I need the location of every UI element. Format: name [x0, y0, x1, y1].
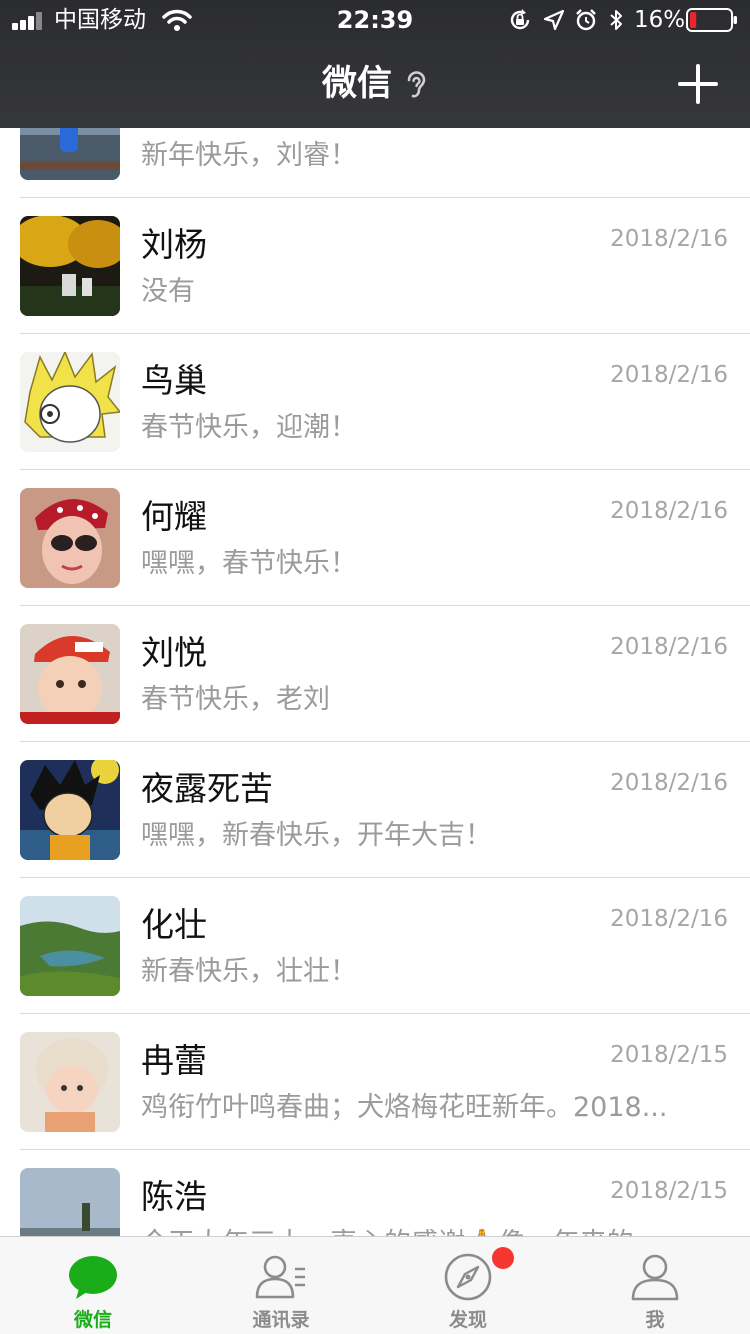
chat-row-3[interactable]: 何耀 2018/2/16 嘿嘿，春节快乐！	[0, 470, 750, 606]
chat-name: 陈浩	[141, 1177, 207, 1216]
header: 中国移动 22:39 16% 微信	[0, 0, 750, 128]
chat-name: 化壮	[141, 905, 207, 944]
tab-label: 微信	[73, 1309, 112, 1331]
avatar	[20, 216, 120, 316]
status-bar: 中国移动 22:39 16%	[0, 0, 750, 40]
contacts-icon	[255, 1255, 305, 1299]
compass-icon	[444, 1253, 492, 1301]
chat-row-6[interactable]: 化壮 2018/2/16 新春快乐，壮壮！	[0, 878, 750, 1014]
chat-row-2[interactable]: 鸟巢 2018/2/16 春节快乐，迎潮！	[0, 334, 750, 470]
chat-preview: 嘿嘿，春节快乐！	[141, 548, 357, 579]
chat-date: 2018/2/16	[610, 498, 728, 524]
chat-date: 2018/2/16	[610, 226, 728, 252]
tab-bar: 微信 通讯录 发现 我	[0, 1236, 750, 1334]
chat-name: 何耀	[141, 497, 207, 536]
chat-date: 2018/2/16	[610, 634, 728, 660]
battery-icon	[686, 8, 737, 32]
avatar	[20, 488, 120, 588]
avatar	[20, 1168, 120, 1236]
chat-preview: 嘿嘿，新春快乐，开年大吉！	[141, 820, 492, 851]
tab-label: 我	[645, 1309, 665, 1331]
plus-icon[interactable]	[676, 62, 720, 106]
chat-name: 夜露死苦	[141, 769, 273, 808]
chat-row-8[interactable]: 陈浩 2018/2/15 今天大年三十，衷心的感谢🙏像一年来的...	[0, 1150, 750, 1236]
tab-me[interactable]: 我	[595, 1237, 715, 1334]
tab-label: 发现	[448, 1309, 487, 1331]
chat-preview: 没有	[141, 276, 195, 307]
chat-list[interactable]: 新年快乐，刘睿！ 刘杨 2018/2/16 没有 鸟巢 2018/2/16 春节…	[0, 128, 750, 1236]
avatar	[20, 760, 120, 860]
chat-preview: 春节快乐，老刘	[141, 684, 330, 715]
tab-contacts[interactable]: 通讯录	[221, 1237, 341, 1334]
chat-date: 2018/2/15	[610, 1042, 728, 1068]
chat-date: 2018/2/15	[610, 1178, 728, 1204]
battery-percent: 16%	[634, 7, 686, 33]
chat-date: 2018/2/16	[610, 906, 728, 932]
location-icon	[543, 9, 565, 31]
chat-row-4[interactable]: 刘悦 2018/2/16 春节快乐，老刘	[0, 606, 750, 742]
ear-icon	[407, 71, 426, 98]
chat-name: 刘悦	[141, 633, 207, 672]
chat-row-7[interactable]: 冉蕾 2018/2/15 鸡衔竹叶鸣春曲；犬烙梅花旺新年。2018...	[0, 1014, 750, 1150]
chat-name: 鸟巢	[141, 361, 207, 400]
avatar	[20, 624, 120, 724]
chat-preview: 春节快乐，迎潮！	[141, 412, 357, 443]
chat-bubble-icon	[69, 1256, 117, 1299]
tab-chats[interactable]: 微信	[33, 1237, 153, 1334]
chat-row-0[interactable]: 新年快乐，刘睿！	[0, 128, 750, 198]
chat-row-5[interactable]: 夜露死苦 2018/2/16 嘿嘿，新春快乐，开年大吉！	[0, 742, 750, 878]
notification-badge	[492, 1247, 514, 1269]
avatar	[20, 896, 120, 996]
chat-preview: 新春快乐，壮壮！	[141, 956, 357, 987]
page-title: 微信	[322, 64, 393, 104]
chat-name: 冉蕾	[141, 1041, 207, 1080]
avatar	[20, 128, 120, 180]
tab-discover[interactable]: 发现	[408, 1237, 528, 1334]
chat-date: 2018/2/16	[610, 362, 728, 388]
avatar	[20, 1032, 120, 1132]
chat-date: 2018/2/16	[610, 770, 728, 796]
orientation-lock-icon	[510, 9, 530, 30]
chat-preview: 鸡衔竹叶鸣春曲；犬烙梅花旺新年。2018...	[141, 1092, 668, 1123]
alarm-icon	[576, 9, 596, 31]
chat-preview: 新年快乐，刘睿！	[141, 140, 357, 171]
chat-name: 刘杨	[141, 225, 207, 264]
chat-row-1[interactable]: 刘杨 2018/2/16 没有	[0, 198, 750, 334]
person-icon	[631, 1254, 679, 1301]
tab-label: 通讯录	[252, 1309, 310, 1331]
chat-preview: 今天大年三十，衷心的感谢🙏像一年来的...	[141, 1224, 693, 1236]
bluetooth-icon	[610, 10, 622, 30]
avatar	[20, 352, 120, 452]
